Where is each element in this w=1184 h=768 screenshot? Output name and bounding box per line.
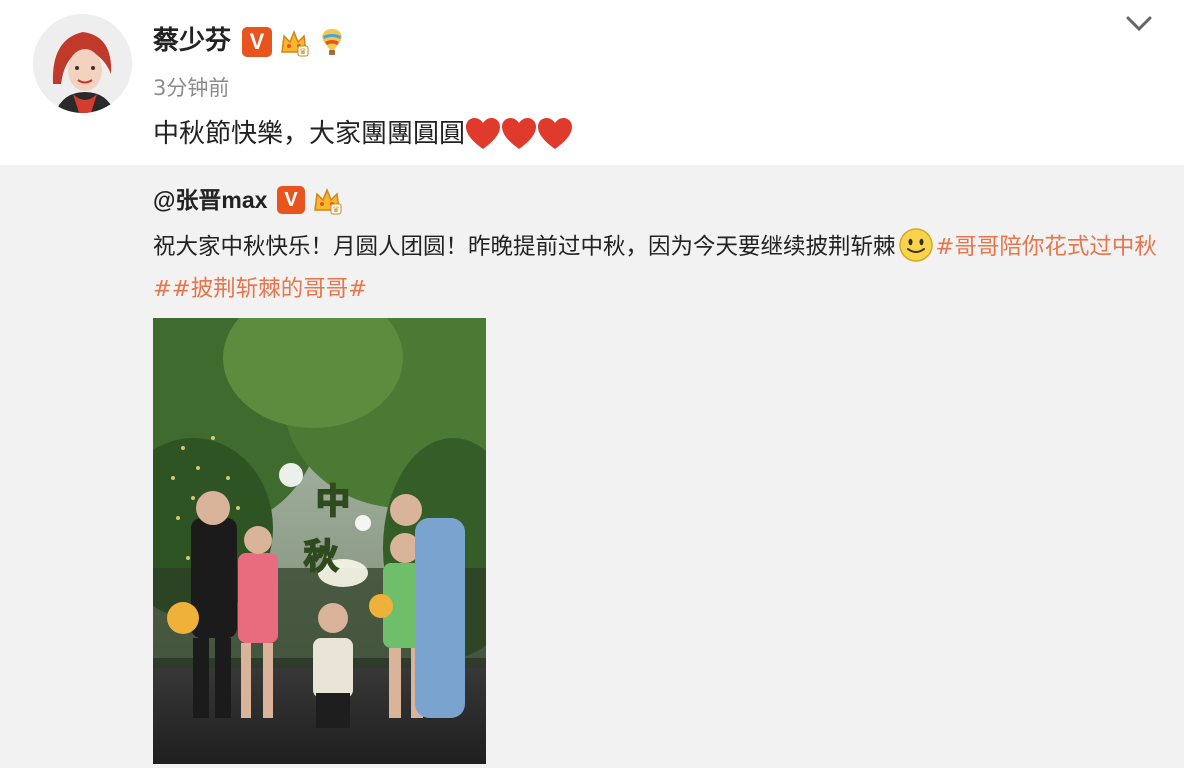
verified-v-badge-icon[interactable]: V [242, 27, 272, 57]
heart-icon [538, 118, 573, 149]
crown-badge-icon[interactable]: ♛ [278, 26, 310, 58]
photo-caption-char: 秋 [304, 537, 338, 577]
repost-badge-group: V ♛ [277, 184, 343, 216]
svg-text:♛: ♛ [332, 205, 339, 214]
username[interactable]: 蔡少芬 [153, 23, 231, 59]
weibo-post: 蔡少芬 V ♛ 3分钟前 中秋節快樂，大家團團圓圓 [0, 0, 1184, 165]
repost-username[interactable]: @张晋max [153, 185, 267, 215]
heart-icon [466, 118, 501, 149]
post-content: 中秋節快樂，大家團團圓圓 [153, 116, 573, 152]
photo-caption-char: 中 [316, 482, 350, 522]
heart-icon [502, 118, 537, 149]
repost-body: 祝大家中秋快乐！月圆人团圆！昨晚提前过中秋，因为今天要继续披荆斩棘 [153, 234, 896, 260]
balloon-badge-icon[interactable] [316, 26, 348, 58]
post-photo[interactable]: 中 秋 [153, 318, 486, 764]
post-timestamp[interactable]: 3分钟前 [153, 74, 229, 102]
crown-badge-icon[interactable]: ♛ [311, 184, 343, 216]
avatar[interactable] [33, 14, 132, 113]
post-text: 中秋節快樂，大家團團圓圓 [153, 119, 466, 149]
verified-v-badge-icon[interactable]: V [277, 186, 305, 214]
smiley-emoji-icon [898, 228, 933, 262]
repost-text: 祝大家中秋快乐！月圆人团圆！昨晚提前过中秋，因为今天要继续披荆斩棘 #哥哥陪你花… [153, 226, 1163, 310]
badge-group: V ♛ [242, 26, 348, 58]
chevron-down-icon[interactable] [1125, 14, 1153, 34]
topic-link[interactable]: #披荆斩棘的哥哥# [172, 276, 367, 302]
svg-text:♛: ♛ [299, 47, 306, 56]
